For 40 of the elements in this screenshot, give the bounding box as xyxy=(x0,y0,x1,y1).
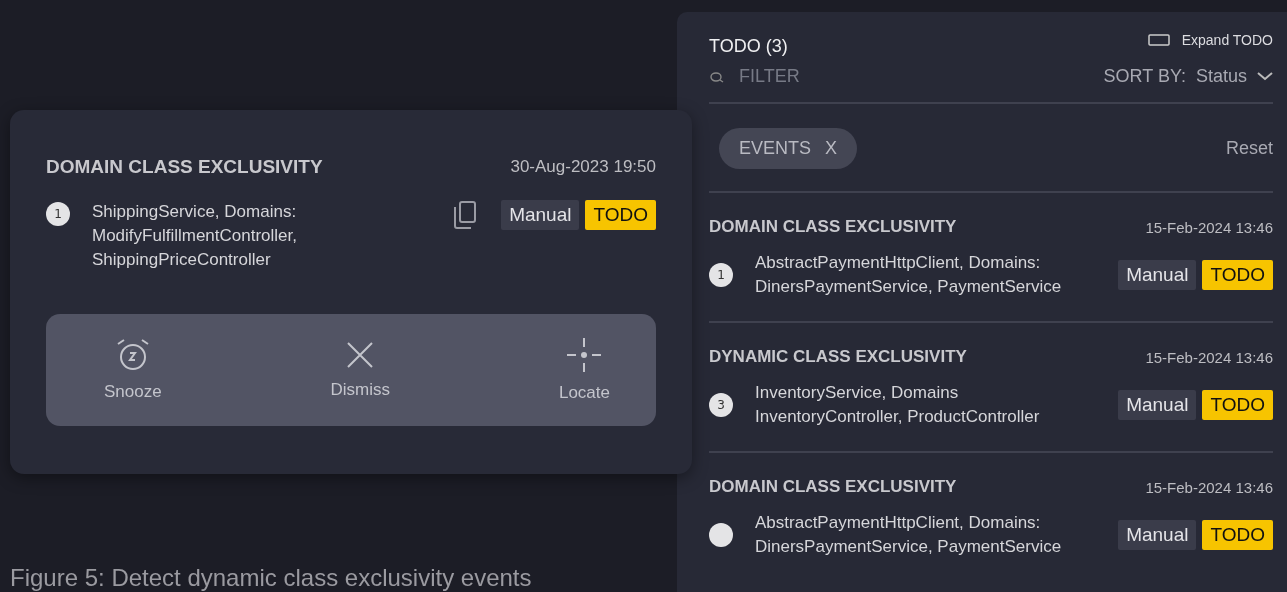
status-tag: TODO xyxy=(1202,260,1273,290)
count-badge xyxy=(709,523,733,547)
status-tag: TODO xyxy=(585,200,656,230)
chevron-down-icon xyxy=(1257,72,1273,81)
event-description: ShippingService, Domains: ModifyFulfillmentController, ShippingPriceController xyxy=(92,201,298,271)
type-tag: Manual xyxy=(501,200,580,230)
event-description: AbstractPaymentHttpClient, Domains: DinersPaymentService, PaymentService xyxy=(755,512,1063,558)
expand-icon xyxy=(1147,34,1170,46)
event-timestamp: 15-Feb-2024 13:46 xyxy=(1145,478,1273,496)
event-title: DOMAIN CLASS EXCLUSIVITY xyxy=(709,477,957,497)
status-tag: TODO xyxy=(1202,390,1273,420)
event-timestamp: 30-Aug-2023 19:50 xyxy=(510,157,656,177)
event-title: DYNAMIC CLASS EXCLUSIVITY xyxy=(709,347,967,367)
panel-title: TODO (3) xyxy=(709,36,788,57)
filter-field[interactable]: FILTER xyxy=(737,65,861,88)
event-title: DOMAIN CLASS EXCLUSIVITY xyxy=(46,156,323,178)
status-tag: TODO xyxy=(1202,520,1273,550)
figure-caption: Figure 5: Detect dynamic class exclusivity events xyxy=(10,564,533,592)
action-button[interactable]: Snooze xyxy=(98,337,168,403)
type-tag: Manual xyxy=(1118,260,1197,290)
filter-chip[interactable]: EVENTS X xyxy=(719,128,858,169)
count-badge: 1 xyxy=(46,202,70,226)
sort-dropdown[interactable]: SORT BY: Status xyxy=(1103,66,1273,87)
count-badge: 3 xyxy=(709,393,733,417)
count-badge: 1 xyxy=(709,263,733,287)
reset-link[interactable]: Reset xyxy=(1225,138,1273,159)
action-button[interactable]: Locate xyxy=(552,336,616,404)
copy-icon[interactable] xyxy=(453,201,478,229)
event-description: AbstractPaymentHttpClient, Domains: DinersPaymentService, PaymentService xyxy=(755,252,1063,298)
type-tag: Manual xyxy=(1118,520,1197,550)
event-timestamp: 15-Feb-2024 13:46 xyxy=(1145,218,1273,236)
crosshair-icon xyxy=(566,337,603,373)
expand-button[interactable]: Expand TODO xyxy=(1147,32,1273,48)
close-icon xyxy=(345,340,376,370)
event-title: DOMAIN CLASS EXCLUSIVITY xyxy=(709,217,957,237)
event-timestamp: 15-Feb-2024 13:46 xyxy=(1145,348,1273,366)
type-tag: Manual xyxy=(1118,390,1197,420)
action-button[interactable]: Dismiss xyxy=(324,339,397,401)
event-description: InventoryService, Domains InventoryController, ProductController xyxy=(755,382,1041,428)
search-icon xyxy=(709,70,725,83)
